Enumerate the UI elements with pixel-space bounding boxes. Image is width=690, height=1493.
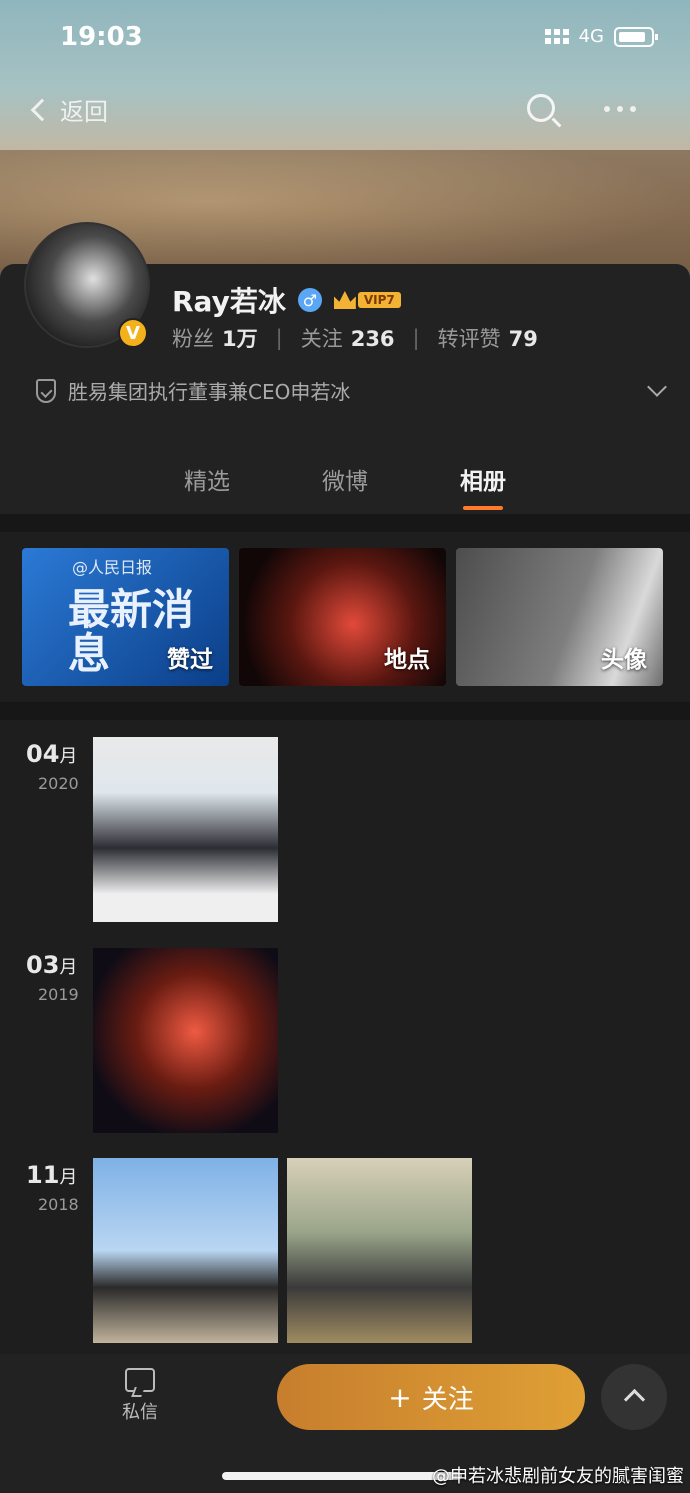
- status-bar: 19:03 4G: [0, 0, 690, 76]
- signal-icon: [544, 29, 569, 44]
- chat-bubble-icon: [125, 1368, 155, 1392]
- timeline-month: 11月: [26, 1161, 77, 1189]
- vip-level: VIP7: [357, 292, 401, 308]
- stat-fans[interactable]: 粉丝 1万: [172, 323, 258, 353]
- stat-divider: |: [412, 326, 420, 350]
- photo-thumbnail[interactable]: [287, 1158, 472, 1343]
- search-icon[interactable]: [527, 94, 555, 122]
- more-options-icon[interactable]: [604, 106, 636, 112]
- chevron-left-icon: [30, 98, 54, 121]
- tab-featured[interactable]: 精选: [138, 462, 276, 514]
- shield-icon: [36, 378, 56, 403]
- album-avatar-label: 头像: [601, 647, 647, 673]
- month-number: 04: [26, 740, 60, 768]
- timeline-year: 2020: [38, 774, 79, 793]
- profile-name: Ray若冰: [172, 285, 286, 318]
- follow-button[interactable]: + 关注: [277, 1364, 585, 1430]
- stat-following-value: 236: [350, 327, 395, 351]
- crown-icon: [333, 291, 356, 309]
- gender-male-icon: ♂: [297, 288, 322, 312]
- back-button[interactable]: 返回: [30, 92, 108, 127]
- profile-stats: 粉丝 1万 | 关注 236 | 转评赞 79: [172, 323, 538, 353]
- back-label: 返回: [60, 98, 108, 126]
- timeline-year: 2019: [38, 985, 79, 1004]
- direct-message-button[interactable]: 私信: [118, 1368, 162, 1424]
- stat-following[interactable]: 关注 236: [301, 323, 395, 353]
- month-unit: 月: [59, 957, 78, 978]
- section-divider: [0, 702, 690, 720]
- month-unit: 月: [59, 746, 78, 767]
- status-indicators: 4G: [544, 26, 658, 47]
- album-location-label: 地点: [384, 647, 430, 673]
- stat-reposts-value: 79: [508, 327, 538, 351]
- stat-following-label: 关注: [300, 327, 343, 351]
- dm-label: 私信: [122, 1402, 158, 1423]
- album-liked-label: 赞过: [167, 647, 213, 673]
- vip-badge[interactable]: VIP7: [333, 291, 401, 309]
- network-type: 4G: [578, 26, 604, 47]
- album-avatar[interactable]: 头像: [456, 548, 663, 686]
- album-categories: @人民日报 最新消息 赞过 地点 头像: [22, 548, 663, 686]
- profile-name-row: Ray若冰 ♂ VIP7: [172, 280, 401, 320]
- stat-fans-value: 1万: [222, 327, 258, 351]
- watermark: @申若冰悲剧前女友的腻害闺蜜: [432, 1466, 684, 1487]
- timeline-month: 04月: [26, 740, 77, 768]
- timeline-month: 03月: [26, 951, 77, 979]
- verified-badge-icon: V: [118, 318, 148, 348]
- tab-album[interactable]: 相册: [414, 462, 552, 514]
- status-time: 19:03: [60, 22, 143, 52]
- month-unit: 月: [59, 1167, 78, 1188]
- follow-label: 关注: [421, 1384, 474, 1415]
- album-liked-headline-small: @人民日报: [72, 558, 153, 577]
- tab-weibo[interactable]: 微博: [276, 462, 414, 514]
- album-location[interactable]: 地点: [239, 548, 446, 686]
- photo-thumbnail[interactable]: [93, 948, 278, 1133]
- scroll-to-top-button[interactable]: [601, 1364, 667, 1430]
- home-indicator[interactable]: [222, 1472, 462, 1480]
- stat-reposts[interactable]: 转评赞 79: [438, 323, 538, 353]
- month-number: 11: [26, 1161, 60, 1189]
- stat-divider: |: [275, 326, 283, 350]
- stat-fans-label: 粉丝: [172, 327, 214, 351]
- profile-tabs: 精选 微博 相册: [0, 462, 690, 514]
- photo-thumbnail[interactable]: [93, 1158, 278, 1343]
- verification-text: 胜易集团执行董事兼CEO申若冰: [68, 380, 351, 404]
- timeline-year: 2018: [38, 1195, 79, 1214]
- plus-icon: +: [388, 1380, 412, 1414]
- stat-reposts-label: 转评赞: [437, 327, 501, 351]
- photo-thumbnail[interactable]: [93, 737, 278, 922]
- month-number: 03: [26, 951, 60, 979]
- verification-info[interactable]: 胜易集团执行董事兼CEO申若冰: [36, 376, 350, 405]
- section-divider: [0, 514, 690, 532]
- album-liked[interactable]: @人民日报 最新消息 赞过: [22, 548, 229, 686]
- battery-icon: [614, 26, 658, 47]
